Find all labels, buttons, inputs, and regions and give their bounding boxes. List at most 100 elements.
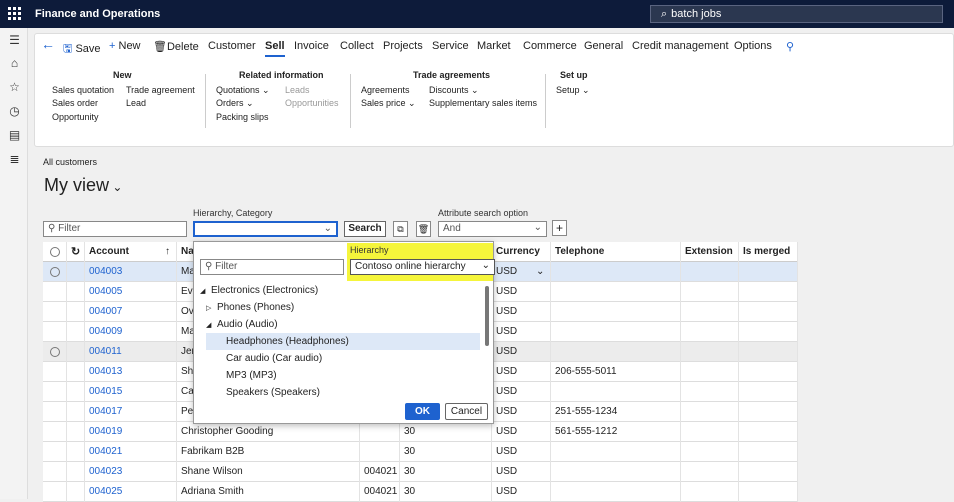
quotations-menu[interactable]: Quotations ⌄: [216, 85, 270, 96]
account-cell[interactable]: 004003: [85, 262, 177, 282]
supplementary-sales-items-button[interactable]: Supplementary sales items: [429, 98, 537, 108]
account-cell[interactable]: 004021: [85, 442, 177, 462]
sales-price-menu[interactable]: Sales price ⌄: [361, 98, 416, 109]
modules-icon[interactable]: ≣: [8, 153, 21, 166]
copy-icon[interactable]: ⧉: [393, 221, 408, 237]
hierarchy-select[interactable]: Contoso online hierarchy ⌄: [350, 259, 495, 275]
table-row[interactable]: 004023 Shane Wilson 004021 30 USD: [43, 462, 798, 482]
table-row[interactable]: 004019 Christopher Gooding 30 USD 561-555-12…: [43, 422, 798, 442]
row-select[interactable]: [43, 462, 67, 482]
tab-projects[interactable]: Projects: [383, 40, 423, 52]
tree-node-car-audio[interactable]: Car audio (Car audio): [206, 350, 480, 367]
refresh-icon[interactable]: ↻: [67, 242, 85, 262]
app-launcher-icon[interactable]: [8, 7, 21, 20]
column-header-account[interactable]: Account ↑: [85, 242, 177, 262]
account-cell[interactable]: 004023: [85, 462, 177, 482]
tree-node-phones[interactable]: ▷ Phones (Phones): [206, 299, 480, 316]
hamburger-icon[interactable]: ☰: [8, 34, 21, 47]
filter-input[interactable]: ⚲ Filter: [43, 221, 187, 237]
tab-service[interactable]: Service: [432, 40, 469, 52]
tree-node-electronics[interactable]: ◢ Electronics (Electronics): [200, 282, 480, 299]
row-select[interactable]: [43, 362, 67, 382]
select-all-column[interactable]: [43, 242, 67, 262]
opportunity-button[interactable]: Opportunity: [52, 112, 99, 122]
plus-icon: +: [109, 40, 116, 52]
row-select[interactable]: [43, 282, 67, 302]
chevron-down-icon[interactable]: ⌄: [536, 262, 544, 282]
favorites-icon[interactable]: ☆: [8, 81, 21, 94]
search-icon[interactable]: ⚲: [786, 40, 794, 53]
account-cell[interactable]: 004005: [85, 282, 177, 302]
row-select[interactable]: [43, 442, 67, 462]
column-header-currency[interactable]: Currency: [492, 242, 551, 262]
packing-slips-button[interactable]: Packing slips: [216, 112, 269, 122]
hierarchy-category-input[interactable]: ⌄: [193, 221, 338, 237]
leads-button: Leads: [285, 85, 310, 95]
sales-order-button[interactable]: Sales order: [52, 98, 98, 108]
lead-button[interactable]: Lead: [126, 98, 146, 108]
recent-icon[interactable]: ◷: [8, 105, 21, 118]
row-select[interactable]: [43, 402, 67, 422]
home-icon[interactable]: ⌂: [8, 57, 21, 70]
setup-menu[interactable]: Setup ⌄: [556, 85, 590, 96]
tab-credit-management[interactable]: Credit management: [632, 40, 729, 52]
add-icon[interactable]: +: [552, 220, 567, 236]
tab-general[interactable]: General: [584, 40, 623, 52]
row-select[interactable]: [43, 422, 67, 442]
cancel-button[interactable]: Cancel: [445, 403, 488, 420]
account-cell[interactable]: 004013: [85, 362, 177, 382]
account-cell[interactable]: 004019: [85, 422, 177, 442]
ok-button[interactable]: OK: [405, 403, 440, 420]
tree-node-headphones[interactable]: Headphones (Headphones): [206, 333, 480, 350]
global-search[interactable]: ⌕ batch jobs: [650, 5, 943, 23]
tab-collect[interactable]: Collect: [340, 40, 374, 52]
row-select[interactable]: [43, 322, 67, 342]
agreements-button[interactable]: Agreements: [361, 85, 410, 95]
sales-quotation-button[interactable]: Sales quotation: [52, 85, 114, 95]
tree-scrollbar[interactable]: [485, 286, 489, 346]
trash-icon[interactable]: 🗑: [416, 221, 431, 237]
row-select[interactable]: [43, 342, 67, 362]
delete-button[interactable]: 🗑Delete: [153, 40, 199, 53]
tree-node-speakers[interactable]: Speakers (Speakers): [206, 384, 480, 398]
tab-market[interactable]: Market: [477, 40, 511, 52]
account-cell[interactable]: 004017: [85, 402, 177, 422]
search-button[interactable]: Search: [344, 221, 386, 237]
extension-cell: [681, 462, 739, 482]
divider: [545, 74, 546, 128]
account-cell[interactable]: 004015: [85, 382, 177, 402]
discounts-menu[interactable]: Discounts ⌄: [429, 85, 479, 96]
account-cell[interactable]: 004009: [85, 322, 177, 342]
account-cell[interactable]: 004007: [85, 302, 177, 322]
popup-filter-input[interactable]: ⚲ Filter: [200, 259, 344, 275]
workspaces-icon[interactable]: ▤: [8, 129, 21, 142]
save-button[interactable]: 🖫 Save: [63, 40, 101, 59]
tab-sell[interactable]: Sell: [265, 40, 285, 57]
table-row[interactable]: 004021 Fabrikam B2B 30 USD: [43, 442, 798, 462]
row-select[interactable]: [43, 482, 67, 502]
tree-node-audio[interactable]: ◢ Audio (Audio): [206, 316, 480, 333]
breadcrumb[interactable]: All customers: [43, 157, 97, 167]
tab-options[interactable]: Options: [734, 40, 772, 52]
trade-agreement-button[interactable]: Trade agreement: [126, 85, 195, 95]
chevron-down-icon: ⌄: [481, 260, 490, 271]
row-select[interactable]: [43, 302, 67, 322]
column-header-is-merged[interactable]: Is merged: [739, 242, 798, 262]
attribute-search-select[interactable]: And ⌄: [438, 221, 547, 237]
column-header-extension[interactable]: Extension: [681, 242, 739, 262]
view-selector[interactable]: My view ⌄: [44, 175, 122, 196]
orders-menu[interactable]: Orders ⌄: [216, 98, 254, 109]
account-cell[interactable]: 004025: [85, 482, 177, 502]
column-header-telephone[interactable]: Telephone: [551, 242, 681, 262]
back-icon[interactable]: ←: [41, 36, 55, 52]
tab-invoice[interactable]: Invoice: [294, 40, 329, 52]
tab-commerce[interactable]: Commerce: [523, 40, 577, 52]
account-cell[interactable]: 004011: [85, 342, 177, 362]
row-select[interactable]: [43, 382, 67, 402]
table-row[interactable]: 004025 Adriana Smith 004021 30 USD: [43, 482, 798, 502]
tab-customer[interactable]: Customer: [208, 40, 256, 52]
tree-node-mp3[interactable]: MP3 (MP3): [206, 367, 480, 384]
row-select[interactable]: [43, 262, 67, 282]
chevron-down-icon: ⌄: [109, 180, 123, 194]
new-button[interactable]: + New: [109, 40, 141, 52]
